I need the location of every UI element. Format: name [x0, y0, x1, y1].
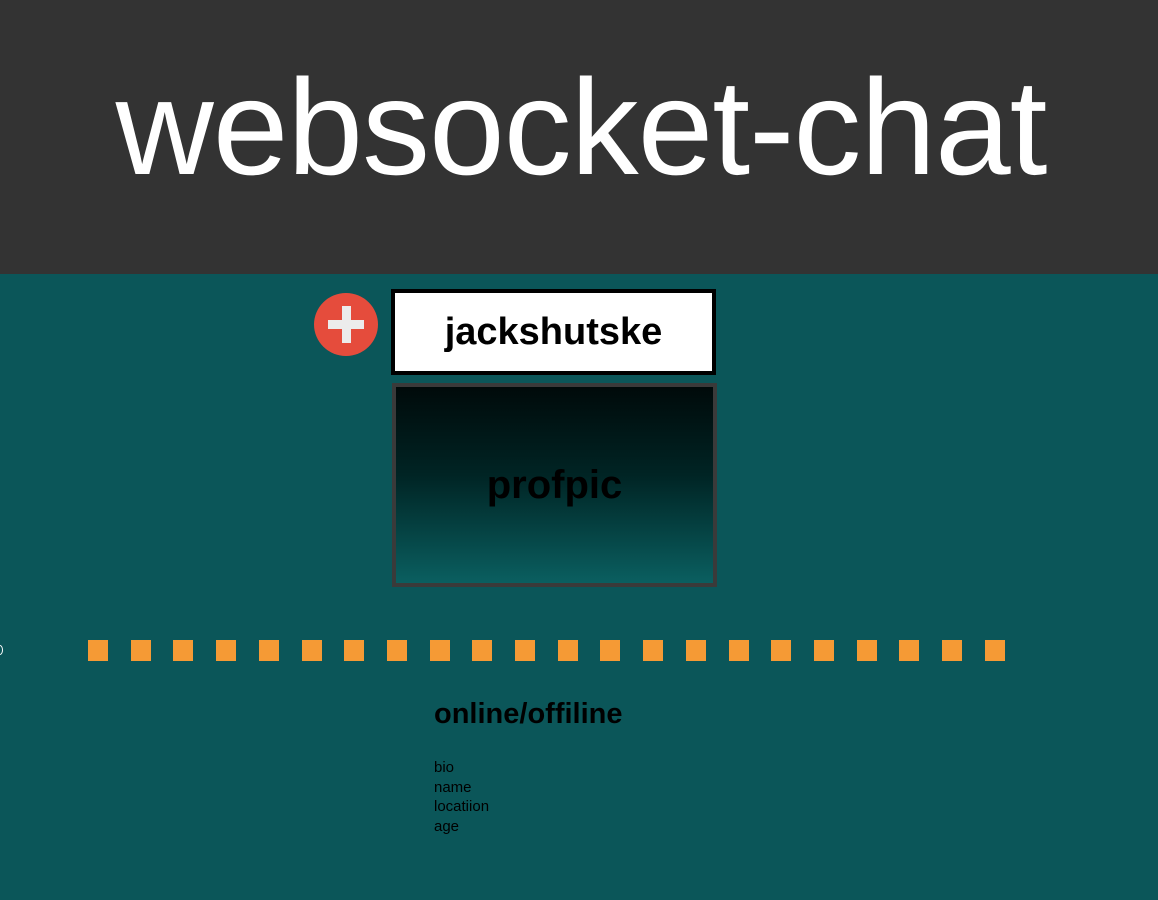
separator-dot: [686, 640, 706, 661]
separator-dot: [899, 640, 919, 661]
separator-dot: [985, 640, 1005, 661]
add-contact-button[interactable]: [314, 293, 378, 356]
online-status: online/offiline: [434, 698, 623, 730]
profile-picture-label: profpic: [486, 462, 623, 507]
separator-dot: [515, 640, 535, 661]
edge-marker: [0, 645, 3, 655]
separator-dot: [472, 640, 492, 661]
separator-dot: [173, 640, 193, 661]
separator-dot: [131, 640, 151, 661]
separator-dot: [259, 640, 279, 661]
app-title: websocket-chat: [115, 51, 1048, 203]
profile-field-bio: bio: [434, 759, 455, 776]
separator-dot: [857, 640, 877, 661]
profile-field-age: age: [434, 817, 460, 835]
profile-field-location: locatiion: [434, 798, 490, 815]
profile-picture: profpic: [392, 383, 717, 587]
separator-dot: [814, 640, 834, 661]
separator-dot: [88, 640, 108, 661]
separator-dot: [430, 640, 450, 661]
separator-dot: [558, 640, 578, 661]
profile-info-list: bio name locatiion age: [434, 758, 489, 836]
separator-dot: [643, 640, 663, 661]
separator-dot: [387, 640, 407, 661]
separator-dot: [344, 640, 364, 661]
separator-dot: [942, 640, 962, 661]
separator-dot: [216, 640, 236, 661]
profile-field-name: name: [434, 778, 472, 796]
separator-dot: [600, 640, 620, 661]
separator-dot: [729, 640, 749, 661]
username-label: jackshutske: [391, 289, 716, 375]
separator-dot: [771, 640, 791, 661]
dotted-separator: [88, 640, 1008, 661]
separator-dot: [302, 640, 322, 661]
app-header: websocket-chat: [0, 0, 1158, 274]
